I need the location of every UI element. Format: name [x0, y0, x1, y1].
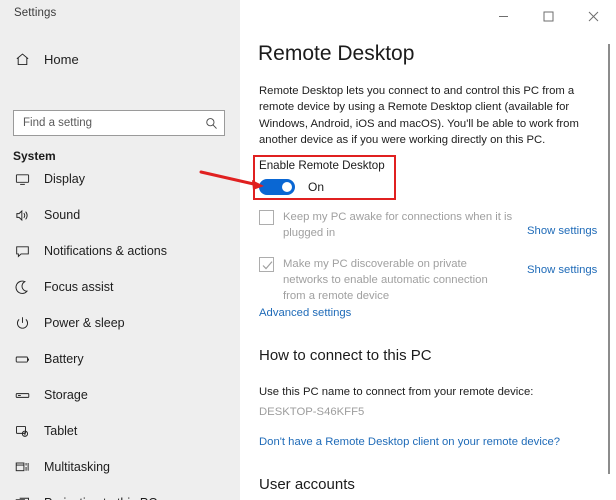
sidebar: Home Find a setting System Display Sound… [0, 32, 240, 500]
tablet-icon [0, 424, 44, 439]
discoverable-checkbox-row[interactable]: Make my PC discoverable on private netwo… [259, 256, 513, 304]
battery-icon [0, 352, 44, 367]
search-icon[interactable] [198, 117, 224, 130]
sidebar-item-projecting[interactable]: Projecting to this PC [0, 485, 240, 500]
sidebar-item-label: Tablet [44, 424, 78, 438]
toggle-switch[interactable] [259, 179, 295, 195]
sidebar-item-label: Multitasking [44, 460, 110, 474]
how-to-connect-heading: How to connect to this PC [259, 347, 432, 364]
show-settings-link-discoverable[interactable]: Show settings [527, 264, 597, 276]
user-accounts-heading: User accounts [259, 476, 355, 493]
pc-name-instruction: Use this PC name to connect from your re… [259, 386, 534, 398]
moon-icon [0, 280, 44, 295]
projecting-icon [0, 496, 44, 500]
enable-remote-desktop-toggle[interactable]: On [259, 179, 324, 195]
multitasking-icon [0, 460, 44, 475]
sidebar-home-label: Home [44, 51, 79, 67]
page-title: Remote Desktop [258, 42, 415, 65]
notification-icon [0, 244, 44, 259]
keep-pc-awake-checkbox[interactable] [259, 210, 274, 225]
speaker-icon [0, 208, 44, 223]
search-input[interactable]: Find a setting [14, 117, 198, 129]
show-settings-link-awake[interactable]: Show settings [527, 225, 597, 237]
sidebar-item-tablet[interactable]: Tablet [0, 413, 240, 449]
toggle-state-label: On [308, 180, 325, 194]
storage-icon [0, 388, 44, 403]
sidebar-item-multitasking[interactable]: Multitasking [0, 449, 240, 485]
page-description: Remote Desktop lets you connect to and c… [259, 85, 579, 146]
discoverable-checkbox[interactable] [259, 257, 274, 272]
sidebar-item-label: Storage [44, 388, 88, 402]
sidebar-item-focus-assist[interactable]: Focus assist [0, 269, 240, 305]
minimize-button[interactable] [481, 0, 526, 32]
title-bar: Settings [0, 0, 616, 32]
sidebar-item-display[interactable]: Display [0, 161, 240, 197]
sidebar-item-battery[interactable]: Battery [0, 341, 240, 377]
home-icon [0, 52, 44, 67]
sidebar-item-label: Power & sleep [44, 316, 125, 330]
close-button[interactable] [571, 0, 616, 32]
settings-window: Settings Home Find a setting System Disp… [0, 0, 616, 500]
sidebar-item-power-sleep[interactable]: Power & sleep [0, 305, 240, 341]
sidebar-item-label: Projecting to this PC [44, 496, 157, 500]
search-box[interactable]: Find a setting [13, 110, 225, 136]
sidebar-item-label: Notifications & actions [44, 244, 167, 258]
sidebar-item-label: Sound [44, 208, 81, 222]
window-title: Settings [14, 7, 57, 19]
pc-name-value: DESKTOP-S46KFF5 [259, 406, 365, 418]
maximize-button[interactable] [526, 0, 571, 32]
scrollbar-thumb[interactable] [608, 44, 610, 474]
sidebar-item-label: Focus assist [44, 280, 114, 294]
sidebar-nav-list: Display Sound Notifications & actions Fo… [0, 161, 240, 500]
monitor-icon [0, 172, 44, 187]
sidebar-item-sound[interactable]: Sound [0, 197, 240, 233]
discoverable-label: Make my PC discoverable on private netwo… [283, 258, 488, 302]
keep-pc-awake-checkbox-row[interactable]: Keep my PC awake for connections when it… [259, 209, 513, 241]
sidebar-item-home[interactable]: Home [0, 43, 240, 75]
sidebar-item-label: Display [44, 172, 85, 186]
keep-pc-awake-label: Keep my PC awake for connections when it… [283, 211, 513, 239]
sidebar-item-label: Battery [44, 352, 84, 366]
content-pane: Remote Desktop Remote Desktop lets you c… [240, 32, 616, 500]
sidebar-item-notifications[interactable]: Notifications & actions [0, 233, 240, 269]
power-icon [0, 316, 44, 331]
toggle-knob [282, 182, 292, 192]
sidebar-item-storage[interactable]: Storage [0, 377, 240, 413]
enable-remote-desktop-label: Enable Remote Desktop [259, 159, 385, 172]
remote-desktop-client-link[interactable]: Don't have a Remote Desktop client on yo… [259, 436, 560, 448]
window-controls [481, 0, 616, 32]
advanced-settings-link[interactable]: Advanced settings [259, 307, 351, 319]
